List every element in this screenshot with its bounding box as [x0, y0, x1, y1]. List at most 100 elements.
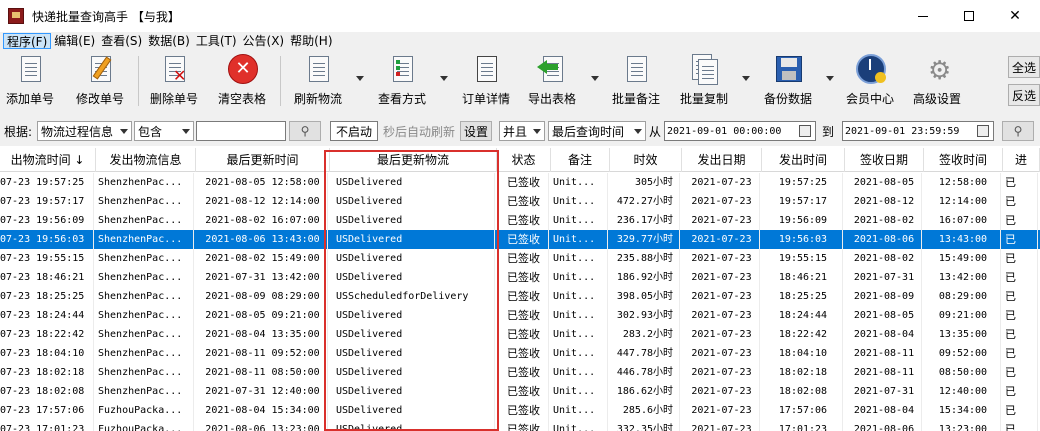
table-cell: 09:21:00 [926, 306, 1001, 325]
menu-tools[interactable]: 工具(T) [193, 33, 240, 49]
clear-table-button[interactable]: ✕ 清空表格 [218, 54, 266, 110]
batch-copy-button[interactable]: 批量复制 [680, 54, 728, 110]
maximize-icon [964, 11, 974, 21]
table-cell: 2021-08-11 [847, 344, 922, 363]
table-cell: ShenzhenPac... [98, 268, 194, 287]
filter-value-input[interactable] [196, 121, 286, 141]
table-cell: 2021-07-23 [684, 401, 760, 420]
invert-selection-button[interactable]: 反选 [1008, 84, 1040, 106]
settings-button[interactable]: 设置 [460, 121, 492, 141]
order-details-button[interactable]: 订单详情 [462, 54, 510, 110]
table-row[interactable]: 07-23 18:46:21 ShenzhenPac... 2021-07-31 1… [0, 268, 1040, 287]
backup-data-button[interactable]: 备份数据 [764, 54, 812, 110]
table-cell: 2021-08-09 [847, 287, 922, 306]
refresh-dropdown-icon[interactable] [356, 76, 364, 81]
view-mode-button[interactable]: 查看方式 [378, 54, 426, 110]
batch-note-button[interactable]: 批量备注 [612, 54, 660, 110]
table-row[interactable]: 07-23 17:57:06 FuzhouPacka... 2021-08-04 1… [0, 401, 1040, 420]
column-header[interactable]: 发出物流信息 [96, 148, 196, 172]
table-cell: FuzhouPacka... [98, 420, 194, 431]
table-cell: USDelivered [336, 249, 495, 268]
table-cell: 08:50:00 [926, 363, 1001, 382]
advanced-settings-button[interactable]: ⚙ 高级设置 [913, 54, 961, 110]
to-datetime-input[interactable]: 2021-09-01 23:59:59 [842, 121, 994, 141]
table-row[interactable]: 07-23 17:01:23 FuzhouPacka... 2021-08-06 1… [0, 420, 1040, 431]
column-header[interactable]: 最后更新物流 [330, 148, 497, 172]
auto-refresh-input[interactable]: 不启动 [330, 121, 378, 141]
logic-select[interactable]: 并且 [499, 121, 545, 141]
menu-help[interactable]: 帮助(H) [287, 33, 335, 49]
table-row[interactable]: 07-23 18:02:18 ShenzhenPac... 2021-08-11 0… [0, 363, 1040, 382]
from-datetime-input[interactable]: 2021-09-01 00:00:00 [664, 121, 816, 141]
column-header[interactable]: 进 [1003, 148, 1040, 172]
table-cell: 15:49:00 [926, 249, 1001, 268]
date-search-button[interactable]: ⚲ [1002, 121, 1034, 141]
table-cell: USDelivered [336, 306, 495, 325]
backup-dropdown-icon[interactable] [826, 76, 834, 81]
menu-program[interactable]: 程序(F) [3, 33, 52, 49]
filter-op-select[interactable]: 包含 [134, 121, 194, 141]
export-table-button[interactable]: 导出表格 [528, 54, 576, 110]
table-cell: 2021-07-23 [684, 173, 760, 192]
calendar-icon[interactable] [977, 125, 989, 137]
time-field-select[interactable]: 最后查询时间 [548, 121, 646, 141]
table-cell: 12:40:00 [926, 382, 1001, 401]
filter-search-button[interactable]: ⚲ [289, 121, 321, 141]
table-cell: 07-23 17:01:23 [0, 420, 94, 431]
column-header[interactable]: 出物流时间 ↓ [0, 148, 96, 172]
delete-number-button[interactable]: ✕ 删除单号 [150, 54, 198, 110]
chevron-down-icon [533, 129, 541, 134]
close-button[interactable]: ✕ [992, 0, 1038, 32]
logistics-table[interactable]: 出物流时间 ↓ 发出物流信息 最后更新时间 最后更新物流 状态 备注 时效 发出日期 发出时间签… [0, 148, 1040, 431]
table-row[interactable]: 07-23 18:04:10 ShenzhenPac... 2021-08-11 0… [0, 344, 1040, 363]
table-row[interactable]: 07-23 19:56:09 ShenzhenPac... 2021-08-02 1… [0, 211, 1040, 230]
column-header[interactable]: 签收时间 [924, 148, 1003, 172]
maximize-button[interactable] [946, 0, 992, 32]
column-header[interactable]: 状态 [497, 148, 551, 172]
auto-refresh-hint: 秒后自动刷新 [383, 124, 456, 139]
table-row[interactable]: 07-23 19:57:17 ShenzhenPac... 2021-08-12 1… [0, 192, 1040, 211]
export-dropdown-icon[interactable] [591, 76, 599, 81]
table-cell: 2021-07-23 [684, 363, 760, 382]
select-all-button[interactable]: 全选 [1008, 56, 1040, 78]
column-header[interactable]: 时效 [610, 148, 682, 172]
table-cell: USDelivered [336, 192, 495, 211]
table-row[interactable]: 07-23 18:22:42 ShenzhenPac... 2021-08-04 1… [0, 325, 1040, 344]
table-cell: ShenzhenPac... [98, 306, 194, 325]
table-cell: 16:07:00 [926, 211, 1001, 230]
view-dropdown-icon[interactable] [440, 76, 448, 81]
table-row[interactable]: 07-23 19:57:25 ShenzhenPac... 2021-08-05 1… [0, 173, 1040, 192]
table-cell: 186.62小时 [612, 382, 680, 401]
calendar-icon[interactable] [799, 125, 811, 137]
table-row[interactable]: 07-23 18:24:44 ShenzhenPac... 2021-08-05 0… [0, 306, 1040, 325]
chevron-down-icon [182, 129, 190, 134]
column-header[interactable]: 发出日期 [682, 148, 762, 172]
menu-edit[interactable]: 编辑(E) [51, 33, 98, 49]
column-header[interactable]: 最后更新时间 [196, 148, 330, 172]
column-header[interactable]: 签收日期 [845, 148, 924, 172]
column-header[interactable]: 发出时间 [762, 148, 845, 172]
table-cell: 2021-07-31 [847, 382, 922, 401]
table-row[interactable]: 07-23 19:56:03 ShenzhenPac... 2021-08-06 1… [0, 230, 1040, 249]
column-header[interactable]: 备注 [551, 148, 610, 172]
table-row[interactable]: 07-23 18:25:25 ShenzhenPac... 2021-08-09 0… [0, 287, 1040, 306]
table-cell: 2021-07-23 [684, 344, 760, 363]
table-row[interactable]: 07-23 19:55:15 ShenzhenPac... 2021-08-02 1… [0, 249, 1040, 268]
member-center-button[interactable]: 会员中心 [846, 54, 894, 110]
table-cell: 2021-07-23 [684, 287, 760, 306]
table-cell: Unit... [553, 306, 608, 325]
menu-announcement[interactable]: 公告(X) [240, 33, 288, 49]
table-cell: ShenzhenPac... [98, 211, 194, 230]
chevron-down-icon [634, 129, 642, 134]
menu-data[interactable]: 数据(B) [145, 33, 193, 49]
table-row[interactable]: 07-23 18:02:08 ShenzhenPac... 2021-07-31 1… [0, 382, 1040, 401]
table-cell: 2021-08-06 13:43:00 [198, 230, 328, 249]
from-label: 从 [649, 124, 662, 139]
copy-dropdown-icon[interactable] [742, 76, 750, 81]
refresh-logistics-button[interactable]: 刷新物流 [294, 54, 342, 110]
edit-number-button[interactable]: 修改单号 [76, 54, 124, 110]
minimize-button[interactable] [900, 0, 946, 32]
add-number-button[interactable]: 添加单号 [6, 54, 54, 110]
menu-view[interactable]: 查看(S) [98, 33, 145, 49]
filter-field-select[interactable]: 物流过程信息 [37, 121, 132, 141]
